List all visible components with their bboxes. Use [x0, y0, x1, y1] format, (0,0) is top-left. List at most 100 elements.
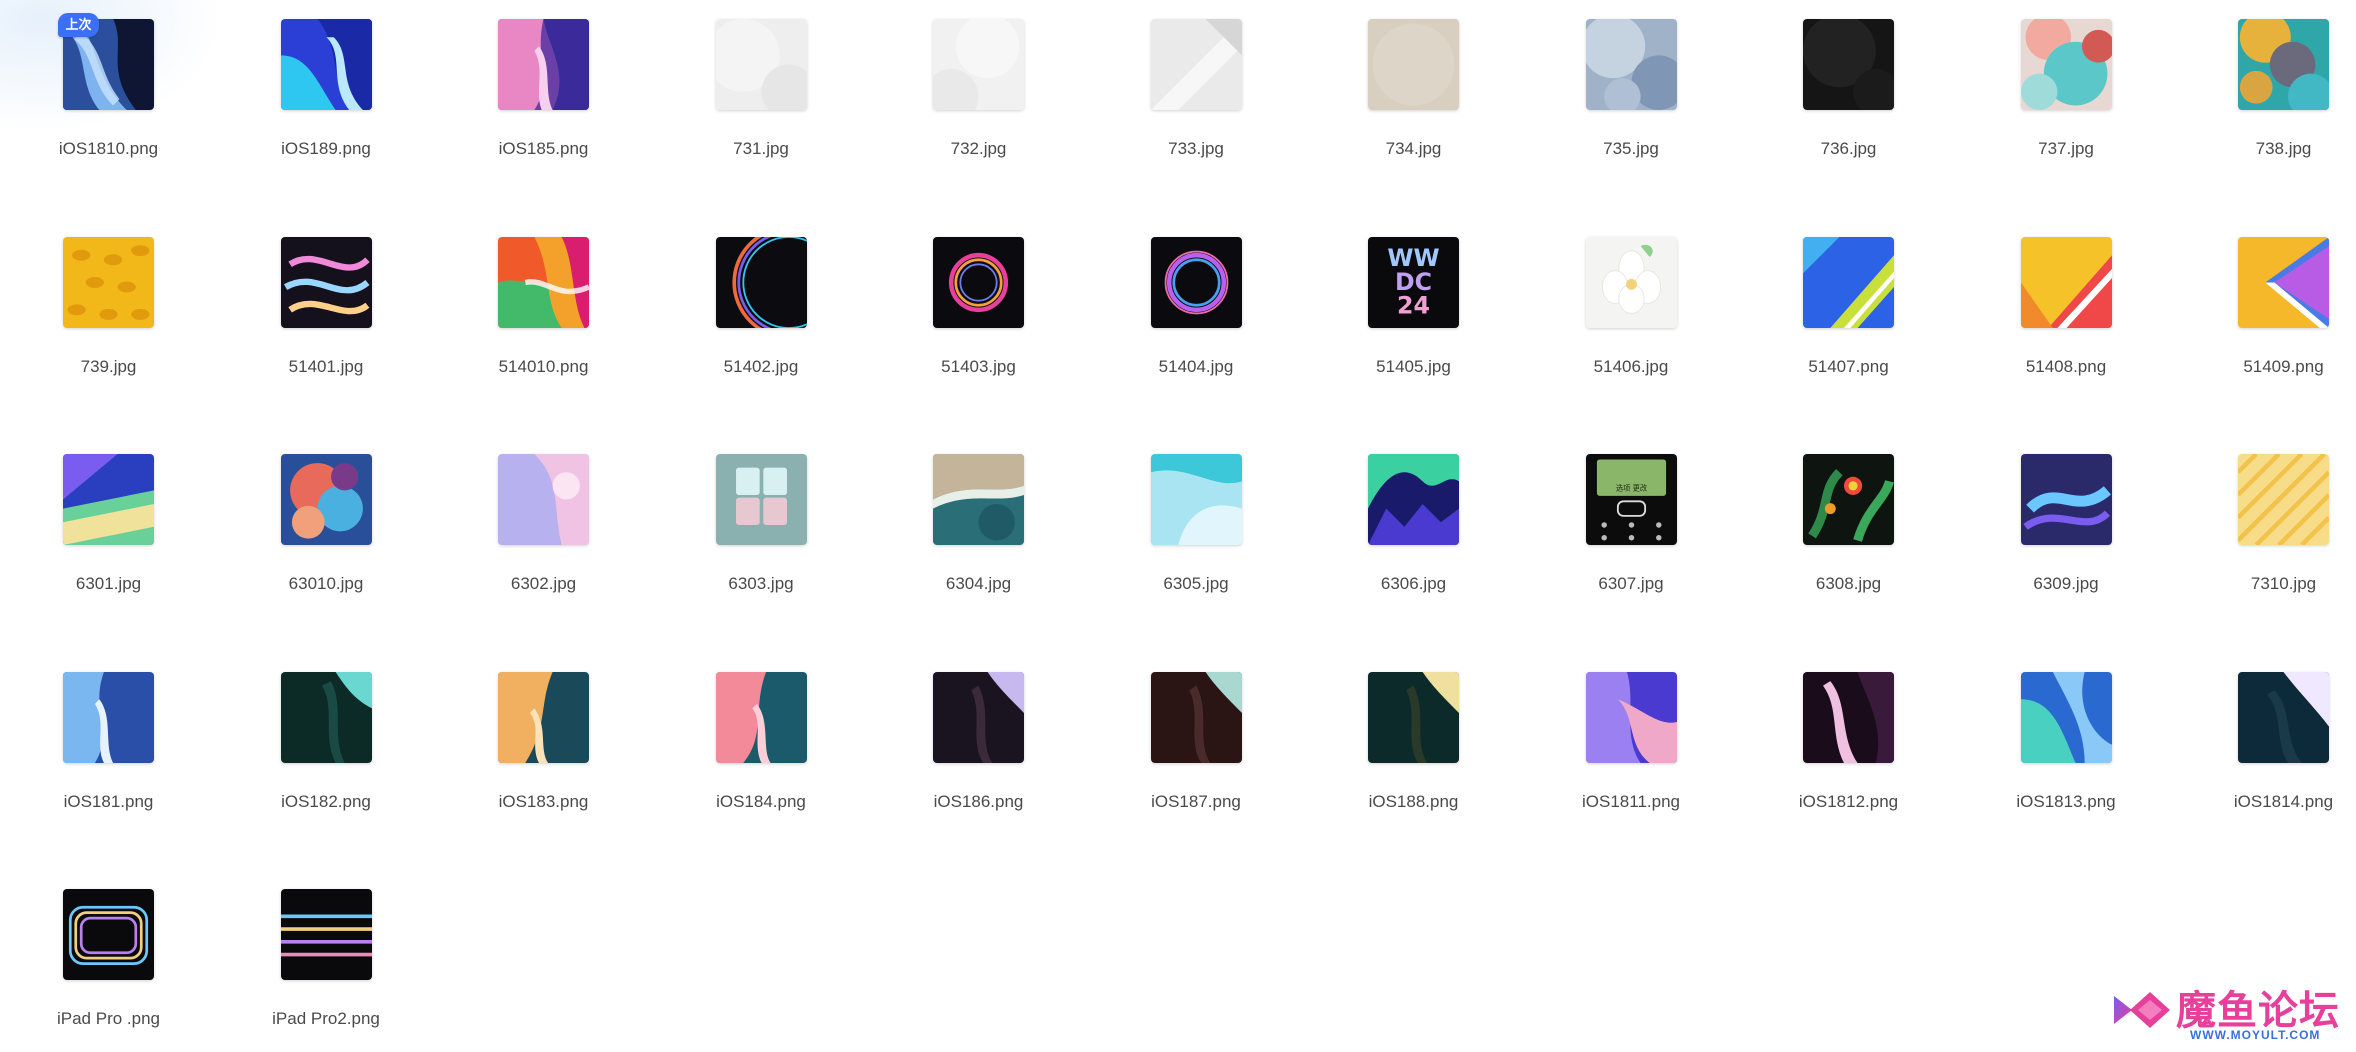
- file-item[interactable]: 51406.jpg: [1508, 218, 1725, 398]
- file-item[interactable]: iOS183.png: [420, 653, 637, 833]
- file-thumbnail[interactable]: [1150, 671, 1242, 763]
- file-item[interactable]: WW DC 24 51405.jpg: [1290, 218, 1507, 398]
- file-item[interactable]: 6304.jpg: [855, 435, 1072, 615]
- fish-logo-icon: [2114, 992, 2170, 1028]
- file-thumbnail[interactable]: [715, 19, 807, 110]
- file-thumbnail[interactable]: [498, 671, 589, 763]
- file-thumbnail[interactable]: [2238, 454, 2329, 545]
- file-thumbnail[interactable]: [933, 236, 1024, 328]
- file-thumbnail[interactable]: [933, 19, 1024, 110]
- file-thumbnail[interactable]: [2020, 19, 2112, 110]
- file-item[interactable]: 514010.png: [420, 218, 637, 398]
- file-thumbnail[interactable]: [2020, 454, 2112, 545]
- file-name: 6307.jpg: [1598, 574, 1664, 593]
- file-name: iOS189.png: [281, 139, 371, 158]
- file-thumbnail[interactable]: [1150, 236, 1242, 328]
- file-thumbnail[interactable]: WW DC 24: [1368, 236, 1459, 328]
- file-thumbnail[interactable]: [933, 454, 1024, 545]
- file-item[interactable]: 733.jpg: [1073, 0, 1290, 180]
- file-thumbnail[interactable]: [280, 236, 372, 328]
- file-thumbnail[interactable]: [1585, 236, 1677, 328]
- file-item[interactable]: iOS189.png: [203, 0, 420, 180]
- file-item[interactable]: 51408.png: [1943, 218, 2160, 398]
- file-thumbnail[interactable]: [63, 671, 154, 763]
- file-thumbnail[interactable]: [1368, 671, 1459, 763]
- file-thumbnail[interactable]: [715, 236, 807, 328]
- file-thumbnail[interactable]: [1803, 236, 1894, 328]
- file-item[interactable]: 51409.png: [2160, 218, 2356, 398]
- file-item[interactable]: 51402.jpg: [638, 218, 855, 398]
- file-item[interactable]: 7310.jpg: [2160, 435, 2356, 615]
- file-item[interactable]: 6301.jpg: [0, 435, 202, 615]
- file-thumbnail[interactable]: [1803, 671, 1894, 763]
- file-item[interactable]: iOS1811.png: [1508, 653, 1725, 833]
- file-item[interactable]: 6305.jpg: [1073, 435, 1290, 615]
- file-thumbnail[interactable]: [2238, 19, 2329, 110]
- file-item[interactable]: iOS185.png: [420, 0, 637, 180]
- file-thumbnail[interactable]: [1368, 454, 1459, 545]
- file-name: 734.jpg: [1385, 139, 1442, 158]
- file-thumbnail[interactable]: [280, 454, 372, 545]
- file-thumbnail[interactable]: [63, 236, 154, 328]
- file-thumbnail[interactable]: [1803, 454, 1894, 545]
- file-item[interactable]: iPad Pro2.png: [203, 870, 420, 1050]
- file-item[interactable]: 732.jpg: [855, 0, 1072, 180]
- file-item[interactable]: 51404.jpg: [1073, 218, 1290, 398]
- file-item[interactable]: iOS181.png: [0, 653, 202, 833]
- file-thumbnail[interactable]: [63, 454, 154, 545]
- file-thumbnail[interactable]: [715, 454, 807, 545]
- file-thumbnail[interactable]: [498, 19, 589, 110]
- file-item[interactable]: iOS186.png: [855, 653, 1072, 833]
- file-name: 6306.jpg: [1380, 574, 1447, 593]
- file-item[interactable]: 6308.jpg: [1725, 435, 1942, 615]
- file-thumbnail[interactable]: [1368, 19, 1459, 110]
- file-thumbnail[interactable]: [280, 19, 372, 110]
- file-item[interactable]: iOS1813.png: [1943, 653, 2160, 833]
- file-item[interactable]: 731.jpg: [638, 0, 855, 180]
- file-thumbnail[interactable]: [2020, 671, 2112, 763]
- file-thumbnail[interactable]: [498, 454, 589, 545]
- file-name: 63010.jpg: [288, 574, 364, 593]
- file-item[interactable]: 6303.jpg: [638, 435, 855, 615]
- file-thumbnail[interactable]: [280, 889, 372, 980]
- file-thumbnail[interactable]: [1150, 454, 1242, 545]
- file-thumbnail[interactable]: [1803, 19, 1894, 110]
- file-item[interactable]: 63010.jpg: [203, 435, 420, 615]
- file-thumbnail[interactable]: [1585, 671, 1677, 763]
- file-thumbnail[interactable]: [933, 671, 1024, 763]
- file-item[interactable]: 739.jpg: [0, 218, 202, 398]
- file-item[interactable]: 734.jpg: [1290, 0, 1507, 180]
- file-item[interactable]: iPad Pro .png: [0, 870, 202, 1050]
- file-thumbnail[interactable]: [1585, 19, 1677, 110]
- file-item[interactable]: 51401.jpg: [203, 218, 420, 398]
- file-thumbnail[interactable]: [498, 236, 589, 328]
- file-thumbnail[interactable]: [2238, 671, 2329, 763]
- file-thumbnail[interactable]: [1150, 19, 1242, 110]
- file-item[interactable]: 6306.jpg: [1290, 435, 1507, 615]
- file-item[interactable]: iOS1814.png: [2160, 653, 2356, 833]
- file-name: 736.jpg: [1820, 139, 1877, 158]
- file-item[interactable]: iOS184.png: [638, 653, 855, 833]
- file-item[interactable]: 737.jpg: [1943, 0, 2160, 180]
- file-item[interactable]: 6309.jpg: [1943, 435, 2160, 615]
- file-item[interactable]: iOS1812.png: [1725, 653, 1942, 833]
- file-thumbnail[interactable]: 选项 更改: [1585, 454, 1677, 545]
- file-item[interactable]: iOS182.png: [203, 653, 420, 833]
- file-name: 6303.jpg: [728, 574, 794, 593]
- file-thumbnail[interactable]: [63, 889, 154, 980]
- file-thumbnail[interactable]: [2238, 236, 2329, 328]
- file-item[interactable]: 51407.png: [1725, 218, 1942, 398]
- file-item[interactable]: 736.jpg: [1725, 0, 1942, 180]
- file-item[interactable]: iOS188.png: [1290, 653, 1507, 833]
- file-item[interactable]: 选项 更改 6307.jpg: [1508, 435, 1725, 615]
- file-thumbnail[interactable]: [2020, 236, 2112, 328]
- file-item[interactable]: iOS1810.png 上次: [0, 0, 202, 180]
- file-thumbnail[interactable]: [715, 671, 807, 763]
- file-name: 514010.png: [498, 356, 589, 376]
- file-item[interactable]: 735.jpg: [1508, 0, 1725, 180]
- file-item[interactable]: 51403.jpg: [855, 218, 1072, 398]
- file-item[interactable]: 738.jpg: [2160, 0, 2356, 180]
- file-thumbnail[interactable]: [280, 671, 372, 763]
- file-item[interactable]: 6302.jpg: [420, 435, 637, 615]
- file-item[interactable]: iOS187.png: [1073, 653, 1290, 833]
